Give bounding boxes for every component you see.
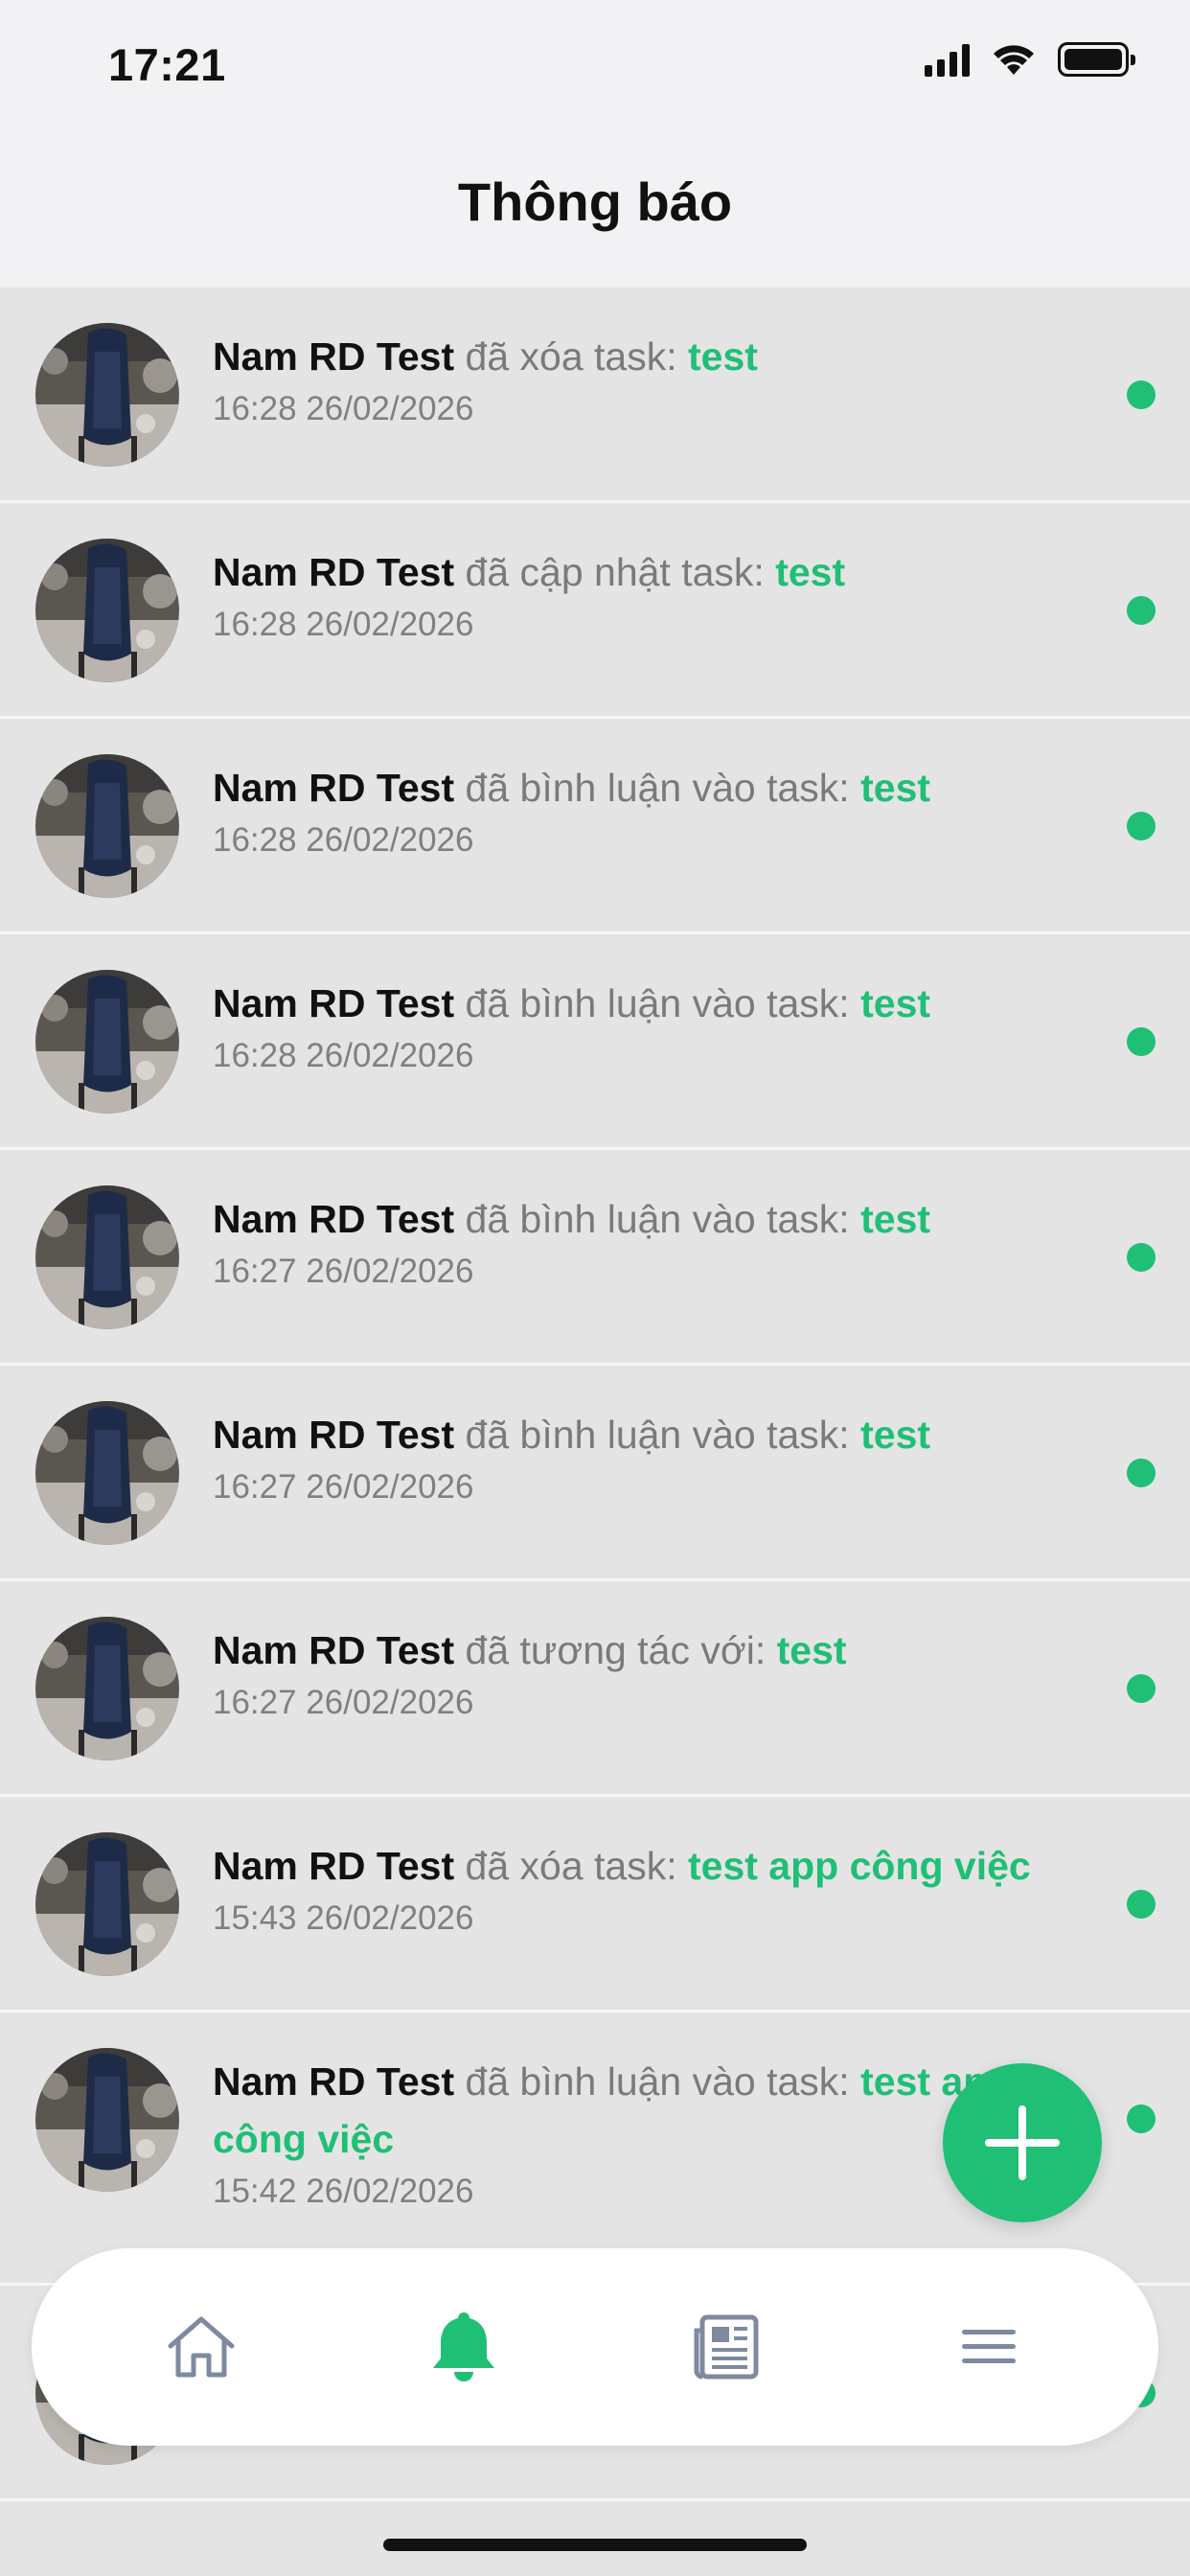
notification-content: Nam RD Test đã tương tác với: test 16:27… bbox=[213, 1622, 1075, 1722]
task-link[interactable]: test bbox=[860, 981, 930, 1025]
action-text: đã xóa task: bbox=[454, 1844, 688, 1888]
notification-time: 15:43 26/02/2026 bbox=[213, 1899, 474, 1937]
action-text: đã bình luận vào task: bbox=[454, 1413, 861, 1457]
nav-notifications[interactable] bbox=[406, 2289, 521, 2404]
actor-name: Nam RD Test bbox=[213, 1197, 455, 1241]
notification-message: Nam RD Test đã bình luận vào task: test bbox=[213, 1406, 1075, 1463]
home-indicator bbox=[383, 2539, 807, 2551]
notification-content: Nam RD Test đã xóa task: test app công v… bbox=[213, 1837, 1075, 1938]
page-title: Thông báo bbox=[457, 172, 733, 232]
unread-indicator bbox=[1127, 812, 1156, 840]
newspaper-icon bbox=[694, 2314, 759, 2380]
top-bar: 17:21 Thông báo bbox=[0, 0, 1190, 288]
notification-item[interactable]: Nam RD Test đã bình luận vào task: test … bbox=[0, 1150, 1190, 1366]
nav-home[interactable] bbox=[144, 2289, 259, 2404]
wifi-icon bbox=[994, 45, 1034, 75]
task-link[interactable]: test bbox=[777, 1628, 847, 1672]
notification-message: Nam RD Test đã xóa task: test app công v… bbox=[213, 1837, 1075, 1895]
notification-message: Nam RD Test đã xóa task: test bbox=[213, 328, 1075, 385]
notification-time: 16:28 26/02/2026 bbox=[213, 821, 474, 859]
notification-item[interactable]: Nam RD Test đã xóa task: test 16:28 26/0… bbox=[0, 288, 1190, 503]
notification-content: Nam RD Test đã bình luận vào task: test … bbox=[213, 759, 1075, 860]
avatar bbox=[35, 539, 179, 682]
unread-indicator bbox=[1127, 380, 1156, 409]
action-text: đã bình luận vào task: bbox=[454, 1197, 861, 1241]
unread-indicator bbox=[1127, 1027, 1156, 1056]
notification-time: 15:42 26/02/2026 bbox=[213, 2173, 474, 2210]
bottom-navigation bbox=[32, 2248, 1158, 2446]
notification-content: Nam RD Test đã bình luận vào task: test … bbox=[213, 1406, 1075, 1506]
menu-icon bbox=[962, 2330, 1016, 2363]
nav-news[interactable] bbox=[669, 2289, 784, 2404]
unread-indicator bbox=[1127, 1890, 1156, 1919]
unread-indicator bbox=[1127, 1674, 1156, 1703]
notification-time: 16:28 26/02/2026 bbox=[213, 390, 474, 427]
bell-icon bbox=[433, 2312, 494, 2381]
actor-name: Nam RD Test bbox=[213, 981, 455, 1025]
task-link[interactable]: test bbox=[860, 766, 930, 810]
avatar bbox=[35, 754, 179, 898]
actor-name: Nam RD Test bbox=[213, 766, 455, 810]
actor-name: Nam RD Test bbox=[213, 2059, 455, 2104]
notification-item[interactable]: Nam RD Test đã bình luận vào task: test … bbox=[0, 1366, 1190, 1581]
notification-content: Nam RD Test đã cập nhật task: test 16:28… bbox=[213, 543, 1075, 644]
action-text: đã xóa task: bbox=[454, 334, 688, 379]
notification-item[interactable]: Nam RD Test đã cập nhật task: test 16:28… bbox=[0, 503, 1190, 719]
add-button[interactable] bbox=[943, 2063, 1102, 2222]
action-text: đã bình luận vào task: bbox=[454, 981, 861, 1025]
notification-message: Nam RD Test đã cập nhật task: test bbox=[213, 543, 1075, 601]
status-icons bbox=[925, 42, 1135, 77]
action-text: đã bình luận vào task: bbox=[454, 2059, 861, 2104]
notification-time: 16:27 26/02/2026 bbox=[213, 1684, 474, 1721]
notification-message: Nam RD Test đã tương tác với: test bbox=[213, 1622, 1075, 1679]
notification-content: Nam RD Test đã bình luận vào task: test … bbox=[213, 975, 1075, 1075]
action-text: đã bình luận vào task: bbox=[454, 766, 861, 810]
notification-message: Nam RD Test đã bình luận vào task: test bbox=[213, 975, 1075, 1032]
unread-indicator bbox=[1127, 1243, 1156, 1272]
actor-name: Nam RD Test bbox=[213, 550, 455, 594]
avatar bbox=[35, 970, 179, 1114]
avatar bbox=[35, 1832, 179, 1976]
nav-menu[interactable] bbox=[931, 2289, 1046, 2404]
notification-message: Nam RD Test đã bình luận vào task: test bbox=[213, 1190, 1075, 1248]
task-link[interactable]: test bbox=[860, 1413, 930, 1457]
notification-message: Nam RD Test đã bình luận vào task: test bbox=[213, 759, 1075, 816]
unread-indicator bbox=[1127, 596, 1156, 625]
notification-time: 16:27 26/02/2026 bbox=[213, 1253, 474, 1290]
home-icon bbox=[168, 2316, 235, 2378]
actor-name: Nam RD Test bbox=[213, 334, 455, 379]
task-link[interactable]: test app công việc bbox=[688, 1844, 1031, 1888]
notification-item[interactable]: Nam RD Test đã tương tác với: test 16:27… bbox=[0, 1581, 1190, 1797]
notification-content: Nam RD Test đã bình luận vào task: test … bbox=[213, 1190, 1075, 1291]
avatar bbox=[35, 2048, 179, 2192]
notifications-screen: 17:21 Thông báo Nam RD Test đã xóa task:… bbox=[0, 0, 1190, 2576]
actor-name: Nam RD Test bbox=[213, 1628, 455, 1672]
avatar bbox=[35, 1185, 179, 1329]
unread-indicator bbox=[1127, 1459, 1156, 1487]
action-text: đã cập nhật task: bbox=[454, 550, 776, 594]
notification-item[interactable]: Nam RD Test đã bình luận vào task: test … bbox=[0, 719, 1190, 934]
avatar bbox=[35, 1617, 179, 1760]
status-time: 17:21 bbox=[108, 39, 226, 90]
task-link[interactable]: test bbox=[688, 334, 758, 379]
task-link[interactable]: test bbox=[775, 550, 845, 594]
action-text: đã tương tác với: bbox=[454, 1628, 777, 1672]
notification-content: Nam RD Test đã xóa task: test 16:28 26/0… bbox=[213, 328, 1075, 428]
notification-time: 16:28 26/02/2026 bbox=[213, 1037, 474, 1074]
notification-time: 16:28 26/02/2026 bbox=[213, 606, 474, 643]
unread-indicator bbox=[1127, 2104, 1156, 2133]
avatar bbox=[35, 323, 179, 467]
notification-item[interactable]: Nam RD Test đã xóa task: test app công v… bbox=[0, 1797, 1190, 2012]
battery-icon bbox=[1058, 42, 1135, 77]
actor-name: Nam RD Test bbox=[213, 1844, 455, 1888]
cellular-signal-icon bbox=[925, 42, 970, 77]
avatar bbox=[35, 1401, 179, 1545]
task-link[interactable]: test bbox=[860, 1197, 930, 1241]
notification-time: 16:27 26/02/2026 bbox=[213, 1468, 474, 1506]
notification-item[interactable]: Nam RD Test đã bình luận vào task: test … bbox=[0, 934, 1190, 1150]
actor-name: Nam RD Test bbox=[213, 1413, 455, 1457]
